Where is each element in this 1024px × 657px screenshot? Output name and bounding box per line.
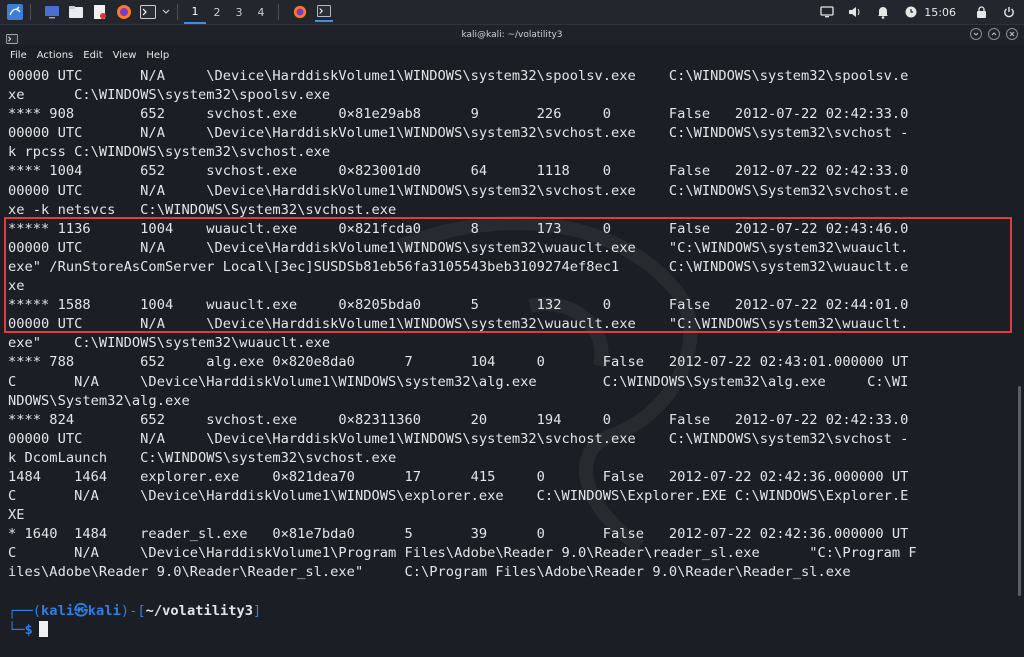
- terminal-line: xe -k netsvcs C:\WINDOWS\System32\svchos…: [8, 201, 397, 218]
- window-titlebar[interactable]: kali@kali: ~/volatility3: [0, 25, 1024, 45]
- prompt-separator: )-[: [120, 602, 146, 619]
- menu-file[interactable]: File: [10, 50, 27, 61]
- terminal-line: C N/A \Device\HarddiskVolume1\Program Fi…: [8, 545, 917, 562]
- terminal-line: 00000 UTC N/A \Device\HarddiskVolume1\WI…: [8, 239, 909, 256]
- terminal-line: ***** 1588 1004 wuauclt.exe 0×8205bda0 5…: [8, 297, 909, 314]
- prompt-corner-bottom: └─: [8, 621, 25, 638]
- scrollbar-thumb[interactable]: [1018, 386, 1021, 596]
- prompt-path: ~/volatility3: [145, 602, 254, 619]
- terminal-line: **** 824 652 svchost.exe 0×82311360 20 1…: [8, 411, 909, 428]
- power-icon[interactable]: [1000, 3, 1018, 21]
- menu-bar: File Actions Edit View Help: [0, 45, 1024, 65]
- prompt-user: kali㉿kali: [41, 602, 121, 619]
- clock-icon: [902, 3, 920, 21]
- taskbar-separator: [177, 4, 178, 20]
- terminal-line: k DcomLaunch C:\WINDOWS\system32\svchost…: [8, 449, 397, 466]
- workspace-3[interactable]: 3: [228, 0, 250, 24]
- menu-edit[interactable]: Edit: [83, 50, 102, 61]
- terminal-line: exe" C:\WINDOWS\system32\wuauclt.exe: [8, 335, 331, 352]
- terminal-line: C N/A \Device\HarddiskVolume1\WINDOWS\sy…: [8, 373, 909, 390]
- maximize-button[interactable]: [988, 28, 1000, 40]
- terminal-line: **** 1004 652 svchost.exe 0×823001d0 64 …: [8, 163, 909, 180]
- prompt-close: ]: [253, 602, 262, 619]
- scrollbar[interactable]: [1012, 66, 1024, 657]
- chevron-down-icon[interactable]: [161, 3, 171, 21]
- terminal-line: 00000 UTC N/A \Device\HarddiskVolume1\WI…: [8, 430, 909, 447]
- minimize-button[interactable]: [970, 28, 982, 40]
- terminal-line: NDOWS\System32\alg.exe: [8, 392, 190, 409]
- terminal-lines: 00000 UTC N/A \Device\HarddiskVolume1\WI…: [8, 67, 917, 640]
- terminal-line: xe: [8, 278, 25, 295]
- terminal-line: 1484 1464 explorer.exe 0×821dea70 17 415…: [8, 468, 909, 485]
- prompt-corner-top: ┌──(: [8, 602, 42, 619]
- taskbar-separator: [30, 4, 31, 20]
- menu-view[interactable]: View: [113, 50, 137, 61]
- terminal-line: 00000 UTC N/A \Device\HarddiskVolume1\WI…: [8, 125, 909, 142]
- terminal-line: **** 788 652 alg.exe 0×820e8da0 7 104 0 …: [8, 354, 909, 371]
- terminal-line: k rpcss C:\WINDOWS\system32\svchost.exe: [8, 144, 331, 161]
- close-button[interactable]: [1006, 28, 1018, 40]
- terminal-line: C N/A \Device\HarddiskVolume1\WINDOWS\ex…: [8, 488, 909, 505]
- terminal-output[interactable]: 00000 UTC N/A \Device\HarddiskVolume1\WI…: [0, 66, 1012, 657]
- menu-help[interactable]: Help: [146, 50, 169, 61]
- notification-bell-icon[interactable]: [874, 3, 892, 21]
- workspace-1[interactable]: 1: [184, 0, 206, 24]
- firefox-task-icon[interactable]: [291, 3, 309, 21]
- terminal-line: * 1640 1484 reader_sl.exe 0×81e7bda0 5 3…: [8, 526, 909, 543]
- terminal-line: 00000 UTC N/A \Device\HarddiskVolume1\WI…: [8, 182, 909, 199]
- lock-icon[interactable]: [972, 3, 990, 21]
- taskbar: 1 2 3 4 15:06: [0, 0, 1024, 25]
- terminal-line: **** 908 652 svchost.exe 0×81e29ab8 9 22…: [8, 106, 909, 123]
- terminal-line: XE: [8, 507, 25, 524]
- terminal-icon[interactable]: [139, 3, 157, 21]
- prompt-dollar: $: [24, 621, 33, 638]
- workspace-2[interactable]: 2: [206, 0, 228, 24]
- window-title: kali@kali: ~/volatility3: [461, 30, 563, 40]
- system-tray: 15:06: [808, 0, 1024, 24]
- prompt-line-2[interactable]: └─$: [8, 620, 917, 640]
- terminal-line: exe" /RunStoreAsComServer Local\[3ec]SUS…: [8, 258, 909, 275]
- menu-actions[interactable]: Actions: [37, 50, 74, 61]
- text-editor-icon[interactable]: [91, 3, 109, 21]
- terminal-task-icon[interactable]: [315, 2, 333, 22]
- terminal-line: iles\Adobe\Reader 9.0\Reader\Reader_sl.e…: [8, 564, 851, 581]
- volume-icon[interactable]: [846, 3, 864, 21]
- firefox-icon[interactable]: [115, 3, 133, 21]
- prompt-line-1: ┌──(kali㉿kali)-[~/volatility3]: [8, 602, 917, 621]
- files-icon[interactable]: [67, 3, 85, 21]
- window-controls: [970, 28, 1018, 40]
- screen-icon[interactable]: [818, 3, 836, 21]
- terminal-line: xe C:\WINDOWS\system32\spoolsv.exe: [8, 87, 331, 104]
- terminal-line: 00000 UTC N/A \Device\HarddiskVolume1\WI…: [8, 316, 909, 333]
- workspace-4[interactable]: 4: [250, 0, 272, 24]
- terminal-line: ***** 1136 1004 wuauclt.exe 0×821fcda0 8…: [8, 220, 909, 237]
- desktop-icon[interactable]: [43, 3, 61, 21]
- kali-menu-icon[interactable]: [6, 3, 24, 21]
- clock-time[interactable]: 15:06: [924, 6, 956, 19]
- taskbar-separator: [278, 4, 279, 20]
- terminal-line: 00000 UTC N/A \Device\HarddiskVolume1\WI…: [8, 68, 909, 84]
- text-cursor: [38, 620, 48, 637]
